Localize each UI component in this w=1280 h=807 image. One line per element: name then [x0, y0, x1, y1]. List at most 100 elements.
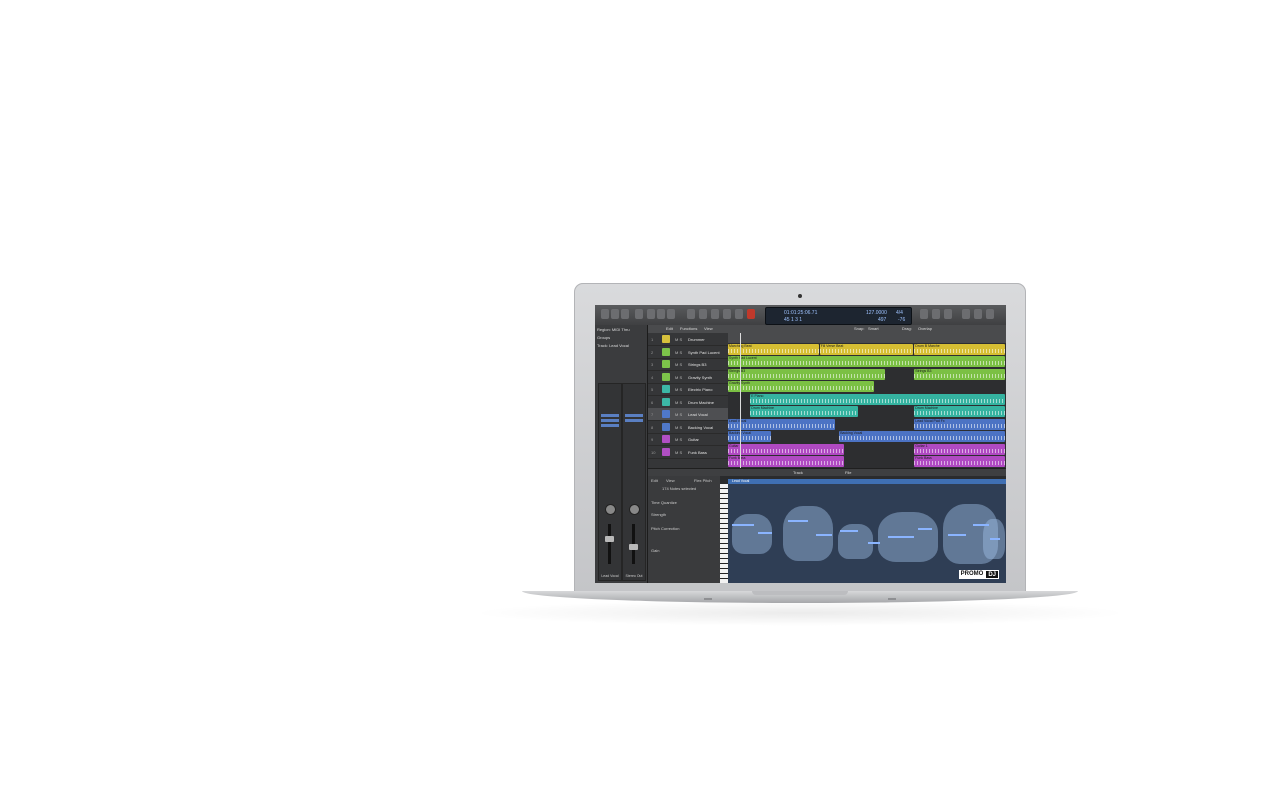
- pan-knob[interactable]: [605, 504, 616, 515]
- forward-button[interactable]: [699, 309, 707, 319]
- cycle-button[interactable]: [920, 309, 928, 319]
- stop-button[interactable]: [735, 309, 743, 319]
- track-region[interactable]: Drum Machine: [750, 406, 858, 417]
- fader-cap[interactable]: [605, 536, 614, 542]
- plugin-slot[interactable]: [625, 414, 643, 417]
- playhead[interactable]: [740, 333, 741, 468]
- drag-select[interactable]: Overlap: [918, 326, 932, 331]
- mute-solo-buttons[interactable]: M S: [675, 350, 682, 355]
- plugin-slot[interactable]: [625, 419, 643, 422]
- track-header[interactable]: 10 M S Funk Bass: [648, 446, 728, 459]
- pan-knob[interactable]: [629, 504, 640, 515]
- region-waveform: [914, 461, 1005, 465]
- track-region[interactable]: Funk Bass: [914, 456, 1005, 467]
- pitch-note[interactable]: [888, 536, 914, 538]
- snap-select[interactable]: Smart: [868, 326, 879, 331]
- editor-edit-menu[interactable]: Edit: [651, 478, 658, 483]
- track-region[interactable]: Synth Pad Lucent: [728, 356, 1005, 367]
- track-region[interactable]: Drum Machine: [914, 406, 1005, 417]
- view-menu[interactable]: View: [704, 326, 713, 331]
- track-region[interactable]: Guitar: [728, 443, 844, 455]
- region-label[interactable]: Region: MIDI Thru: [597, 327, 630, 332]
- functions-menu[interactable]: Functions: [680, 326, 697, 331]
- metronome-button[interactable]: [944, 309, 952, 319]
- pitch-note[interactable]: [918, 528, 932, 530]
- track-region[interactable]: Marching Beat: [728, 343, 819, 355]
- mixer-button[interactable]: [657, 309, 665, 319]
- mute-solo-buttons[interactable]: M S: [675, 362, 682, 367]
- pitch-note[interactable]: [948, 534, 966, 536]
- track-label[interactable]: Track: Lead Vocal: [597, 343, 629, 348]
- editors-button[interactable]: [667, 309, 675, 319]
- mute-solo-buttons[interactable]: M S: [675, 337, 682, 342]
- mute-solo-buttons[interactable]: M S: [675, 450, 682, 455]
- track-header[interactable]: 2 M S Synth Pad Lucent: [648, 346, 728, 359]
- fader-cap[interactable]: [629, 544, 638, 550]
- pitch-note[interactable]: [732, 524, 754, 526]
- go-to-start-button[interactable]: [711, 309, 719, 319]
- pitch-note[interactable]: [990, 538, 1000, 540]
- track-header[interactable]: 1 M S Drummer: [648, 333, 728, 346]
- daw-toolbar: 01:01:25:06.71 45 1 3 1 127.0000 4/4 497…: [595, 305, 1006, 326]
- inspector-button[interactable]: [611, 309, 619, 319]
- notepad-button[interactable]: [974, 309, 982, 319]
- tab-file[interactable]: File: [845, 470, 851, 475]
- pitch-note[interactable]: [868, 542, 880, 544]
- tab-track[interactable]: Track: [793, 470, 803, 475]
- quick-help-button[interactable]: [621, 309, 629, 319]
- track-region[interactable]: Lead Vocal Pad Fx: [914, 418, 1005, 430]
- track-header[interactable]: 3 M S Strings B3: [648, 358, 728, 371]
- plugin-slot[interactable]: [601, 424, 619, 427]
- rewind-button[interactable]: [687, 309, 695, 319]
- pitch-note[interactable]: [840, 530, 858, 532]
- track-region[interactable]: Strings B3: [728, 368, 886, 380]
- track-region[interactable]: Drum B Marche: [914, 343, 1005, 355]
- track-region[interactable]: Backing Vocal: [839, 431, 1005, 442]
- pitch-note[interactable]: [758, 532, 772, 534]
- mute-solo-buttons[interactable]: M S: [675, 400, 682, 405]
- volume-fader[interactable]: [608, 524, 611, 564]
- list-editors-button[interactable]: [962, 309, 970, 319]
- region-label: Funk Bass: [915, 456, 932, 460]
- arrange-area[interactable]: Marching Beat Fill Verse Beat Drum B March…: [728, 343, 1006, 468]
- mute-solo-buttons[interactable]: M S: [675, 437, 682, 442]
- edit-menu[interactable]: Edit: [666, 326, 673, 331]
- toolbar-button[interactable]: [635, 309, 643, 319]
- play-button[interactable]: [723, 309, 731, 319]
- flex-mode-select[interactable]: Flex Pitch: [694, 478, 712, 483]
- mute-solo-buttons[interactable]: M S: [675, 387, 682, 392]
- smart-controls-button[interactable]: [647, 309, 655, 319]
- track-region[interactable]: E Piano: [750, 393, 1005, 405]
- plugin-slot[interactable]: [601, 414, 619, 417]
- track-header[interactable]: 7 M S Lead Vocal: [648, 408, 728, 421]
- lcd-display[interactable]: 01:01:25:06.71 45 1 3 1 127.0000 4/4 497…: [765, 307, 912, 325]
- track-region[interactable]: Lead Vocal: [728, 418, 836, 430]
- flex-pitch-view[interactable]: PROMO DJ: [728, 484, 1006, 583]
- track-header[interactable]: 8 M S Backing Vocal: [648, 421, 728, 434]
- track-region[interactable]: Funk Bass: [728, 456, 844, 467]
- track-header[interactable]: 4 M S Gravity Synth: [648, 371, 728, 384]
- mute-solo-buttons[interactable]: M S: [675, 425, 682, 430]
- piano-keys[interactable]: [720, 484, 728, 583]
- track-region[interactable]: Fill Verse Beat: [819, 343, 914, 355]
- mute-solo-buttons[interactable]: M S: [675, 412, 682, 417]
- track-header[interactable]: 9 M S Guitar: [648, 433, 728, 446]
- editor-view-menu[interactable]: View: [666, 478, 675, 483]
- tuner-button[interactable]: [932, 309, 940, 319]
- mute-solo-buttons[interactable]: M S: [675, 375, 682, 380]
- plugin-slot[interactable]: [601, 419, 619, 422]
- pitch-note[interactable]: [816, 534, 832, 536]
- record-button[interactable]: [747, 309, 755, 319]
- browsers-button[interactable]: [986, 309, 994, 319]
- pitch-note[interactable]: [788, 520, 808, 522]
- track-header[interactable]: 5 M S Electric Piano: [648, 383, 728, 396]
- groups-label[interactable]: Groups: [597, 335, 610, 340]
- track-region[interactable]: Guitar 1: [914, 443, 1005, 455]
- track-header[interactable]: 6 M S Drum Machine: [648, 396, 728, 409]
- pitch-note[interactable]: [973, 524, 989, 526]
- track-region[interactable]: Backing Vocal: [728, 431, 772, 442]
- library-button[interactable]: [601, 309, 609, 319]
- track-region[interactable]: Gravity Synth: [728, 381, 875, 392]
- track-region[interactable]: Strings B3: [914, 368, 1005, 380]
- track-name: Funk Bass: [688, 449, 707, 455]
